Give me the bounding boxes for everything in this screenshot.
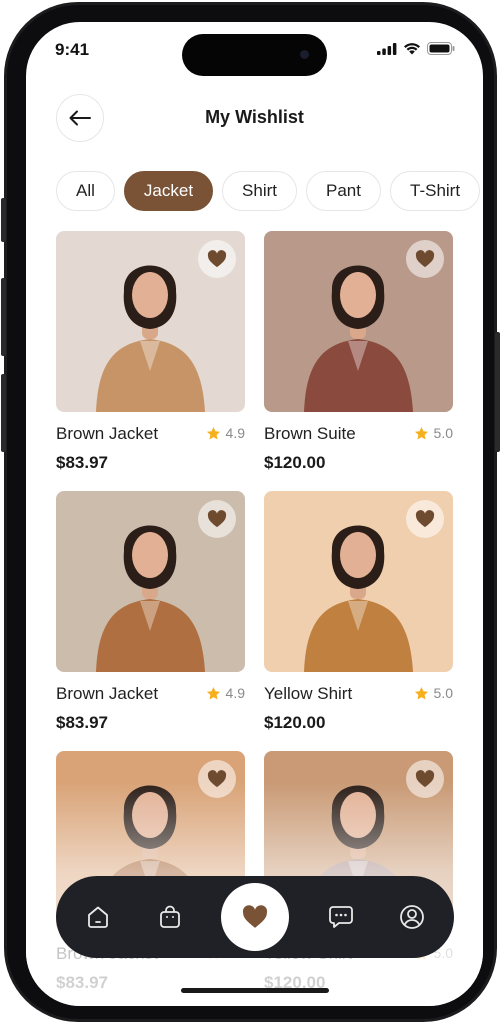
product-price: $120.00: [264, 453, 326, 472]
action-button: [1, 198, 6, 242]
phone-frame: 9:41 My Wishlist All Jacket Shirt Pant T…: [1, 2, 500, 1022]
product-price: $83.97: [56, 453, 108, 472]
status-time: 9:41: [55, 40, 90, 59]
product-rating: 5.0: [414, 685, 453, 701]
product-image: [264, 491, 453, 672]
rating-value: 5.0: [433, 425, 453, 441]
product-name: Brown Suite: [264, 424, 356, 443]
battery-icon: [427, 42, 455, 55]
heart-icon: [242, 905, 268, 928]
rating-value: 4.9: [225, 685, 245, 701]
product-image: [56, 491, 245, 672]
nav-cart[interactable]: [150, 897, 190, 937]
product-price: $120.00: [264, 713, 326, 732]
product-image: [56, 231, 245, 412]
dynamic-island: [182, 34, 327, 76]
filter-chip-shirt[interactable]: Shirt: [222, 171, 298, 211]
product-name: Brown Jacket: [56, 684, 159, 703]
product-card[interactable]: Brown Suite 5.0 $120.00: [264, 231, 453, 481]
chat-icon: [328, 906, 353, 928]
filter-chip-all[interactable]: All: [56, 171, 115, 211]
wishlist-toggle[interactable]: [198, 240, 236, 278]
product-card[interactable]: Brown Jacket 4.9 $83.97: [56, 491, 245, 741]
rating-value: 4.9: [225, 425, 245, 441]
home-indicator: [181, 988, 329, 993]
wishlist-toggle[interactable]: [406, 240, 444, 278]
star-icon: [414, 426, 428, 439]
rating-value: 5.0: [433, 685, 453, 701]
category-filter-bar: All Jacket Shirt Pant T-Shirt: [56, 171, 481, 211]
nav-messages[interactable]: [321, 897, 361, 937]
heart-icon: [207, 510, 227, 528]
star-icon: [206, 686, 220, 699]
home-icon: [88, 906, 108, 928]
volume-up-button: [1, 278, 6, 356]
filter-chip-jacket[interactable]: Jacket: [123, 171, 214, 211]
product-rating: 5.0: [414, 425, 453, 441]
wishlist-toggle[interactable]: [406, 500, 444, 538]
heart-icon: [207, 250, 227, 268]
nav-profile[interactable]: [392, 897, 432, 937]
nav-wishlist[interactable]: [221, 883, 289, 951]
filter-chip-t-shirt[interactable]: T-Shirt: [390, 171, 481, 211]
product-price: $83.97: [56, 713, 108, 732]
product-image: [264, 231, 453, 412]
profile-icon: [400, 905, 424, 929]
status-icons: [377, 42, 455, 55]
wifi-icon: [404, 43, 420, 55]
page-title: My Wishlist: [205, 107, 304, 127]
star-icon: [414, 686, 428, 699]
heart-icon: [415, 250, 435, 268]
bottom-navigation: [56, 876, 454, 958]
filter-chip-pant[interactable]: Pant: [306, 171, 381, 211]
volume-down-button: [1, 374, 6, 452]
product-name: Brown Jacket: [56, 424, 159, 443]
power-button: [495, 332, 500, 452]
app-screen: 9:41 My Wishlist All Jacket Shirt Pant T…: [26, 22, 483, 1006]
product-card[interactable]: Yellow Shirt 5.0 $120.00: [264, 491, 453, 741]
bag-icon: [159, 905, 180, 928]
wishlist-toggle[interactable]: [198, 500, 236, 538]
product-name: Yellow Shirt: [264, 684, 353, 703]
signal-icon: [377, 42, 397, 55]
product-rating: 4.9: [206, 685, 245, 701]
star-icon: [206, 426, 220, 439]
nav-home[interactable]: [78, 897, 118, 937]
product-rating: 4.9: [206, 425, 245, 441]
product-card[interactable]: Brown Jacket 4.9 $83.97: [56, 231, 245, 481]
heart-icon: [415, 510, 435, 528]
